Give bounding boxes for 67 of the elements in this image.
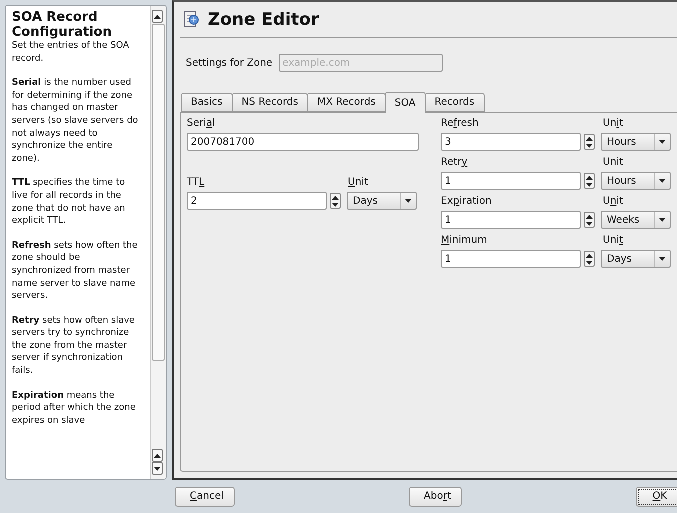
number-field[interactable]: 2 xyxy=(187,192,327,210)
help-title: SOA Record Configuration xyxy=(12,10,113,40)
spin-arrows-icon[interactable] xyxy=(584,251,595,267)
up-arrow-icon xyxy=(154,14,161,18)
unit-label: Unit xyxy=(603,234,624,246)
spin-arrows-icon[interactable] xyxy=(584,212,595,228)
field-label: Serial xyxy=(187,118,216,128)
down-arrow-icon xyxy=(586,182,593,186)
dialog-title: Zone Editor xyxy=(208,10,320,30)
field-label: Refresh xyxy=(441,118,479,128)
down-arrow-icon xyxy=(586,144,593,148)
scroll-up-button[interactable] xyxy=(152,449,163,462)
help-paragraph: TTL specifies the time to live for all records in the zone that do not have an explicit TTL. xyxy=(12,177,126,228)
up-arrow-icon xyxy=(586,136,593,140)
unit-label: Unit xyxy=(603,156,624,168)
help-paragraph: Refresh sets how often the zone should be synchronized from master name server to slave name servers. xyxy=(12,240,139,303)
unit-dropdown[interactable]: Days xyxy=(601,250,671,268)
up-arrow-icon xyxy=(332,196,339,200)
help-paragraph: Expiration means the period after which the zone expires on slave xyxy=(12,390,137,428)
number-field[interactable]: 1 xyxy=(441,250,581,268)
down-arrow-icon xyxy=(586,222,593,226)
unit-label: Unit xyxy=(348,176,368,188)
up-arrow-icon xyxy=(586,176,593,180)
scrollbar-thumb[interactable] xyxy=(152,24,165,361)
field-label: Expiration xyxy=(441,196,492,206)
field-label: Retry xyxy=(441,156,468,168)
tab[interactable]: Records xyxy=(424,93,485,112)
field-label: TTL xyxy=(187,176,205,188)
caret-icon xyxy=(659,179,666,183)
dialog-button[interactable]: Cancel xyxy=(175,486,235,506)
unit-dropdown[interactable]: Hours xyxy=(601,172,671,190)
unit-label: Unit xyxy=(603,118,624,128)
spin-arrows-icon[interactable] xyxy=(584,134,595,150)
up-arrow-icon xyxy=(586,214,593,218)
down-arrow-icon xyxy=(586,260,593,264)
down-arrow-icon xyxy=(332,202,339,206)
number-field[interactable]: 1 xyxy=(441,211,581,229)
tab[interactable]: NS Records xyxy=(232,93,308,112)
spin-arrows-icon[interactable] xyxy=(584,173,595,189)
scroll-down-button[interactable] xyxy=(152,462,163,475)
tab[interactable]: MX Records xyxy=(307,93,386,112)
dialog-button[interactable]: Abort xyxy=(409,486,462,506)
dialog-button[interactable]: OK xyxy=(636,486,677,506)
up-arrow-icon xyxy=(154,454,161,458)
help-paragraph: Set the entries of the SOA record. xyxy=(12,40,130,66)
up-arrow-icon xyxy=(586,254,593,258)
tab[interactable]: Basics xyxy=(181,93,233,112)
spin-arrows-icon[interactable] xyxy=(330,193,341,209)
help-paragraph: Serial is the number used for determining if the zone has changed on master servers (so slave servers do not always need to synchronize the entire zone). xyxy=(12,77,140,166)
help-paragraph: Retry sets how often slave servers try to synchronize the zone from the master server if synchronization fails. xyxy=(12,314,136,378)
caret-icon xyxy=(659,140,666,144)
down-arrow-icon xyxy=(154,466,161,470)
caret-icon xyxy=(405,199,412,203)
zone-label: Settings for Zone xyxy=(186,58,273,68)
number-field[interactable]: 1 xyxy=(441,172,581,190)
zone-editor-icon xyxy=(184,11,200,29)
text-field[interactable]: 2007081700 xyxy=(187,133,419,151)
unit-label: Unit xyxy=(603,196,624,206)
caret-icon xyxy=(659,218,666,222)
field-label: Minimum xyxy=(441,234,488,246)
unit-dropdown[interactable]: Hours xyxy=(601,133,671,151)
number-field[interactable]: 3 xyxy=(441,133,581,151)
scroll-up-button[interactable] xyxy=(152,10,163,23)
unit-dropdown[interactable]: Days xyxy=(347,192,417,210)
unit-dropdown[interactable]: Weeks xyxy=(601,211,671,229)
tab[interactable]: SOA xyxy=(384,92,426,113)
caret-icon xyxy=(659,257,666,261)
